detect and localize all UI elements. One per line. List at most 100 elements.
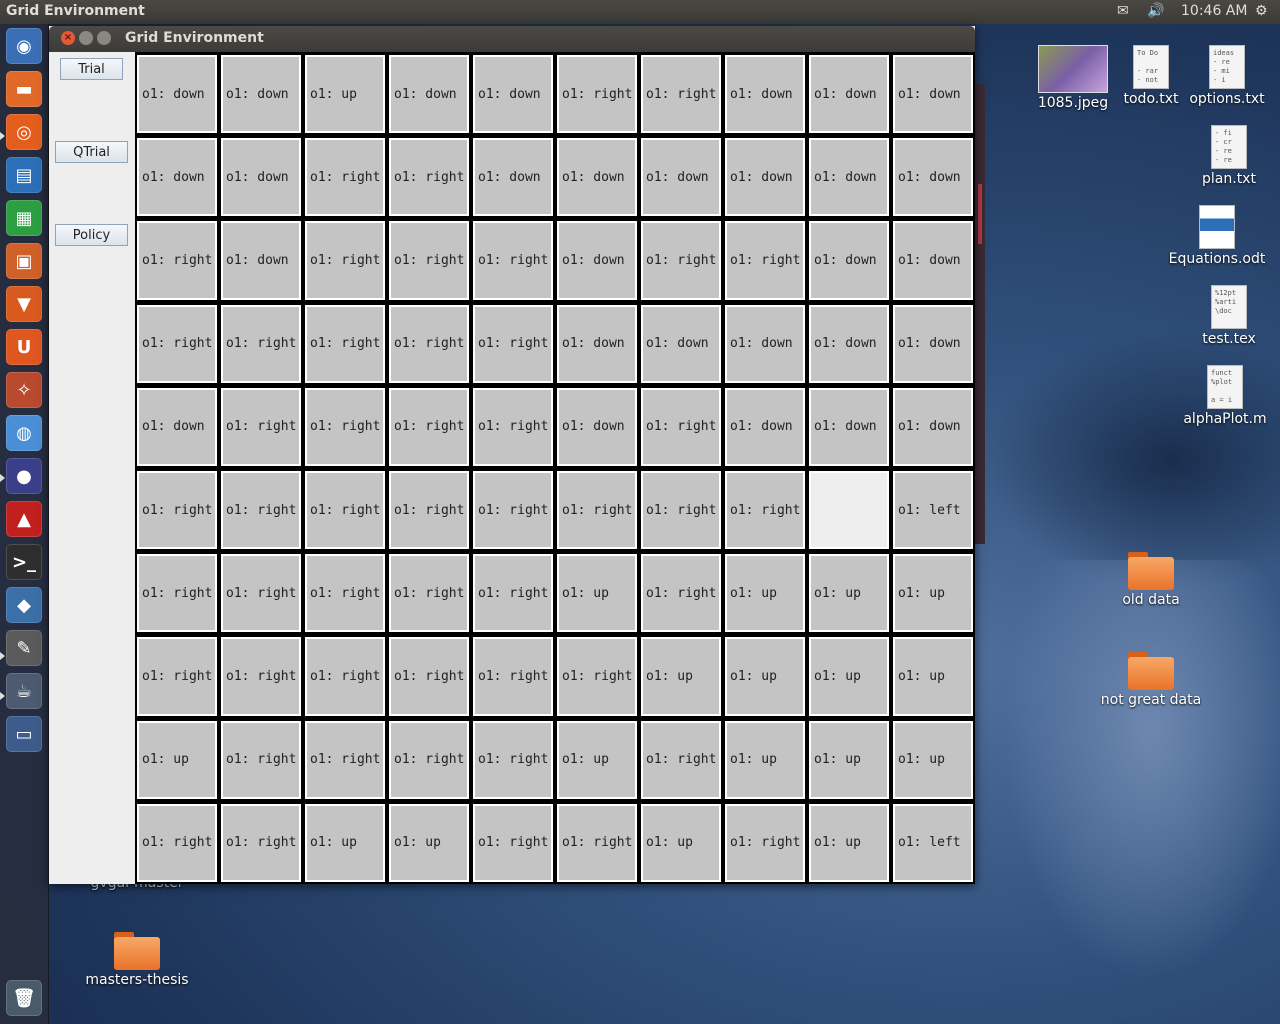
- grid-cell[interactable]: o1: right: [639, 218, 723, 302]
- grid-cell[interactable]: o1: down: [807, 301, 891, 385]
- grid-cell[interactable]: o1: down: [219, 52, 303, 136]
- grid-cell[interactable]: o1: down: [219, 218, 303, 302]
- terminal-icon[interactable]: >_: [6, 544, 42, 580]
- grid-cell[interactable]: o1: right: [303, 218, 387, 302]
- grid-cell[interactable]: o1: right: [303, 634, 387, 718]
- grid-cell[interactable]: o1: up: [387, 800, 471, 884]
- text-editor-icon[interactable]: ✎: [6, 630, 42, 666]
- grid-cell[interactable]: o1: down: [387, 52, 471, 136]
- grid-cell[interactable]: o1: down: [555, 135, 639, 219]
- grid-cell[interactable]: o1: right: [471, 467, 555, 552]
- grid-cell[interactable]: o1: right: [471, 384, 555, 468]
- trial-button[interactable]: Trial: [60, 58, 123, 80]
- desktop-icon[interactable]: old data: [1096, 552, 1206, 608]
- grid-cell[interactable]: o1: right: [555, 467, 639, 552]
- impress-icon[interactable]: ▣: [6, 243, 42, 279]
- grid-cell[interactable]: o1: right: [723, 467, 807, 552]
- grid-cell[interactable]: o1: right: [135, 551, 219, 635]
- grid-cell[interactable]: o1: down: [555, 301, 639, 385]
- grid-cell[interactable]: o1: down: [807, 52, 891, 136]
- desktop-icon[interactable]: Equations.odt: [1162, 205, 1272, 267]
- grid-cell[interactable]: o1: left: [891, 800, 975, 884]
- eclipse-icon[interactable]: ●: [6, 458, 42, 494]
- grid-cell[interactable]: o1: right: [471, 634, 555, 718]
- grid-cell[interactable]: o1: down: [723, 301, 807, 385]
- grid-cell[interactable]: o1: left: [891, 467, 975, 552]
- grid-cell[interactable]: o1: right: [723, 218, 807, 302]
- grid-cell[interactable]: o1: up: [723, 634, 807, 718]
- mail-icon[interactable]: ✉: [1117, 3, 1129, 19]
- grid-cell[interactable]: o1: right: [135, 301, 219, 385]
- settings-icon[interactable]: ⚙: [1255, 3, 1268, 19]
- grid-cell[interactable]: o1: right: [387, 634, 471, 718]
- grid-cell[interactable]: o1: down: [555, 384, 639, 468]
- firefox-icon[interactable]: ◎: [6, 114, 42, 150]
- grid-cell[interactable]: o1: up: [303, 800, 387, 884]
- grid-cell[interactable]: o1: down: [723, 135, 807, 219]
- grid-cell[interactable]: o1: right: [387, 717, 471, 801]
- grid-cell[interactable]: o1: right: [471, 301, 555, 385]
- grid-cell[interactable]: o1: right: [387, 135, 471, 219]
- java-app-icon[interactable]: ☕: [6, 673, 42, 709]
- grid-cell[interactable]: o1: up: [639, 634, 723, 718]
- grid-cell[interactable]: o1: up: [555, 551, 639, 635]
- grid-cell[interactable]: o1: right: [219, 717, 303, 801]
- grid-cell[interactable]: o1: right: [219, 301, 303, 385]
- grid-cell[interactable]: o1: up: [303, 52, 387, 136]
- acrobat-icon[interactable]: ▲: [6, 501, 42, 537]
- grid-cell[interactable]: o1: down: [807, 218, 891, 302]
- maximize-icon[interactable]: [97, 31, 111, 45]
- grid-cell[interactable]: o1: down: [135, 135, 219, 219]
- grid-cell[interactable]: o1: right: [639, 52, 723, 136]
- grid-cell[interactable]: o1: down: [891, 218, 975, 302]
- grid-cell[interactable]: o1: right: [555, 800, 639, 884]
- ubuntu-one-icon[interactable]: U: [6, 329, 42, 365]
- grid-cell[interactable]: o1: right: [723, 800, 807, 884]
- grid-cell[interactable]: o1: right: [303, 551, 387, 635]
- desktop-icon[interactable]: masters-thesis: [82, 932, 192, 988]
- grid-cell[interactable]: o1: right: [135, 467, 219, 552]
- grid-cell[interactable]: o1: right: [471, 717, 555, 801]
- grid-cell[interactable]: o1: right: [639, 384, 723, 468]
- clock[interactable]: 10:46 AM: [1181, 3, 1247, 19]
- grid-cell[interactable]: o1: up: [555, 717, 639, 801]
- grid-cell[interactable]: o1: up: [723, 551, 807, 635]
- desktop-icon[interactable]: funct %plot a = i alphaPlot.m: [1170, 365, 1280, 427]
- grid-cell[interactable]: o1: down: [219, 135, 303, 219]
- grid-cell-goal[interactable]: [807, 467, 891, 552]
- grid-cell[interactable]: o1: right: [639, 717, 723, 801]
- grid-cell[interactable]: o1: right: [219, 467, 303, 552]
- window-titlebar[interactable]: × Grid Environment: [49, 26, 975, 52]
- grid-cell[interactable]: o1: down: [723, 52, 807, 136]
- policy-button[interactable]: Policy: [55, 224, 128, 246]
- grid-cell[interactable]: o1: up: [891, 634, 975, 718]
- calc-icon[interactable]: ▦: [6, 200, 42, 236]
- grid-cell[interactable]: o1: down: [471, 135, 555, 219]
- grid-cell[interactable]: o1: down: [807, 135, 891, 219]
- sound-icon[interactable]: 🔊: [1147, 3, 1164, 19]
- grid-cell[interactable]: o1: up: [807, 634, 891, 718]
- grid-cell[interactable]: o1: right: [135, 218, 219, 302]
- grid-cell[interactable]: o1: down: [891, 52, 975, 136]
- grid-cell[interactable]: o1: right: [303, 301, 387, 385]
- grid-cell[interactable]: o1: up: [135, 717, 219, 801]
- grid-cell[interactable]: o1: right: [555, 634, 639, 718]
- matlab-icon[interactable]: ◆: [6, 587, 42, 623]
- system-settings-icon[interactable]: ✧: [6, 372, 42, 408]
- desktop-icon[interactable]: ideas - re - mi - i options.txt: [1172, 45, 1280, 107]
- grid-cell[interactable]: o1: right: [303, 467, 387, 552]
- grid-cell[interactable]: o1: right: [471, 218, 555, 302]
- grid-cell[interactable]: o1: right: [471, 551, 555, 635]
- desktop-icon[interactable]: %12pt %arti \doc test.tex: [1174, 285, 1280, 347]
- minimize-icon[interactable]: [79, 31, 93, 45]
- grid-cell[interactable]: o1: down: [135, 384, 219, 468]
- grid-cell[interactable]: o1: up: [891, 551, 975, 635]
- grid-cell[interactable]: o1: down: [807, 384, 891, 468]
- grid-cell[interactable]: o1: right: [387, 467, 471, 552]
- grid-cell[interactable]: o1: up: [639, 800, 723, 884]
- grid-cell[interactable]: o1: right: [387, 301, 471, 385]
- grid-cell[interactable]: o1: right: [471, 800, 555, 884]
- writer-icon[interactable]: ▤: [6, 157, 42, 193]
- desktop-icon[interactable]: not great data: [1096, 652, 1206, 708]
- grid-cell[interactable]: o1: right: [303, 717, 387, 801]
